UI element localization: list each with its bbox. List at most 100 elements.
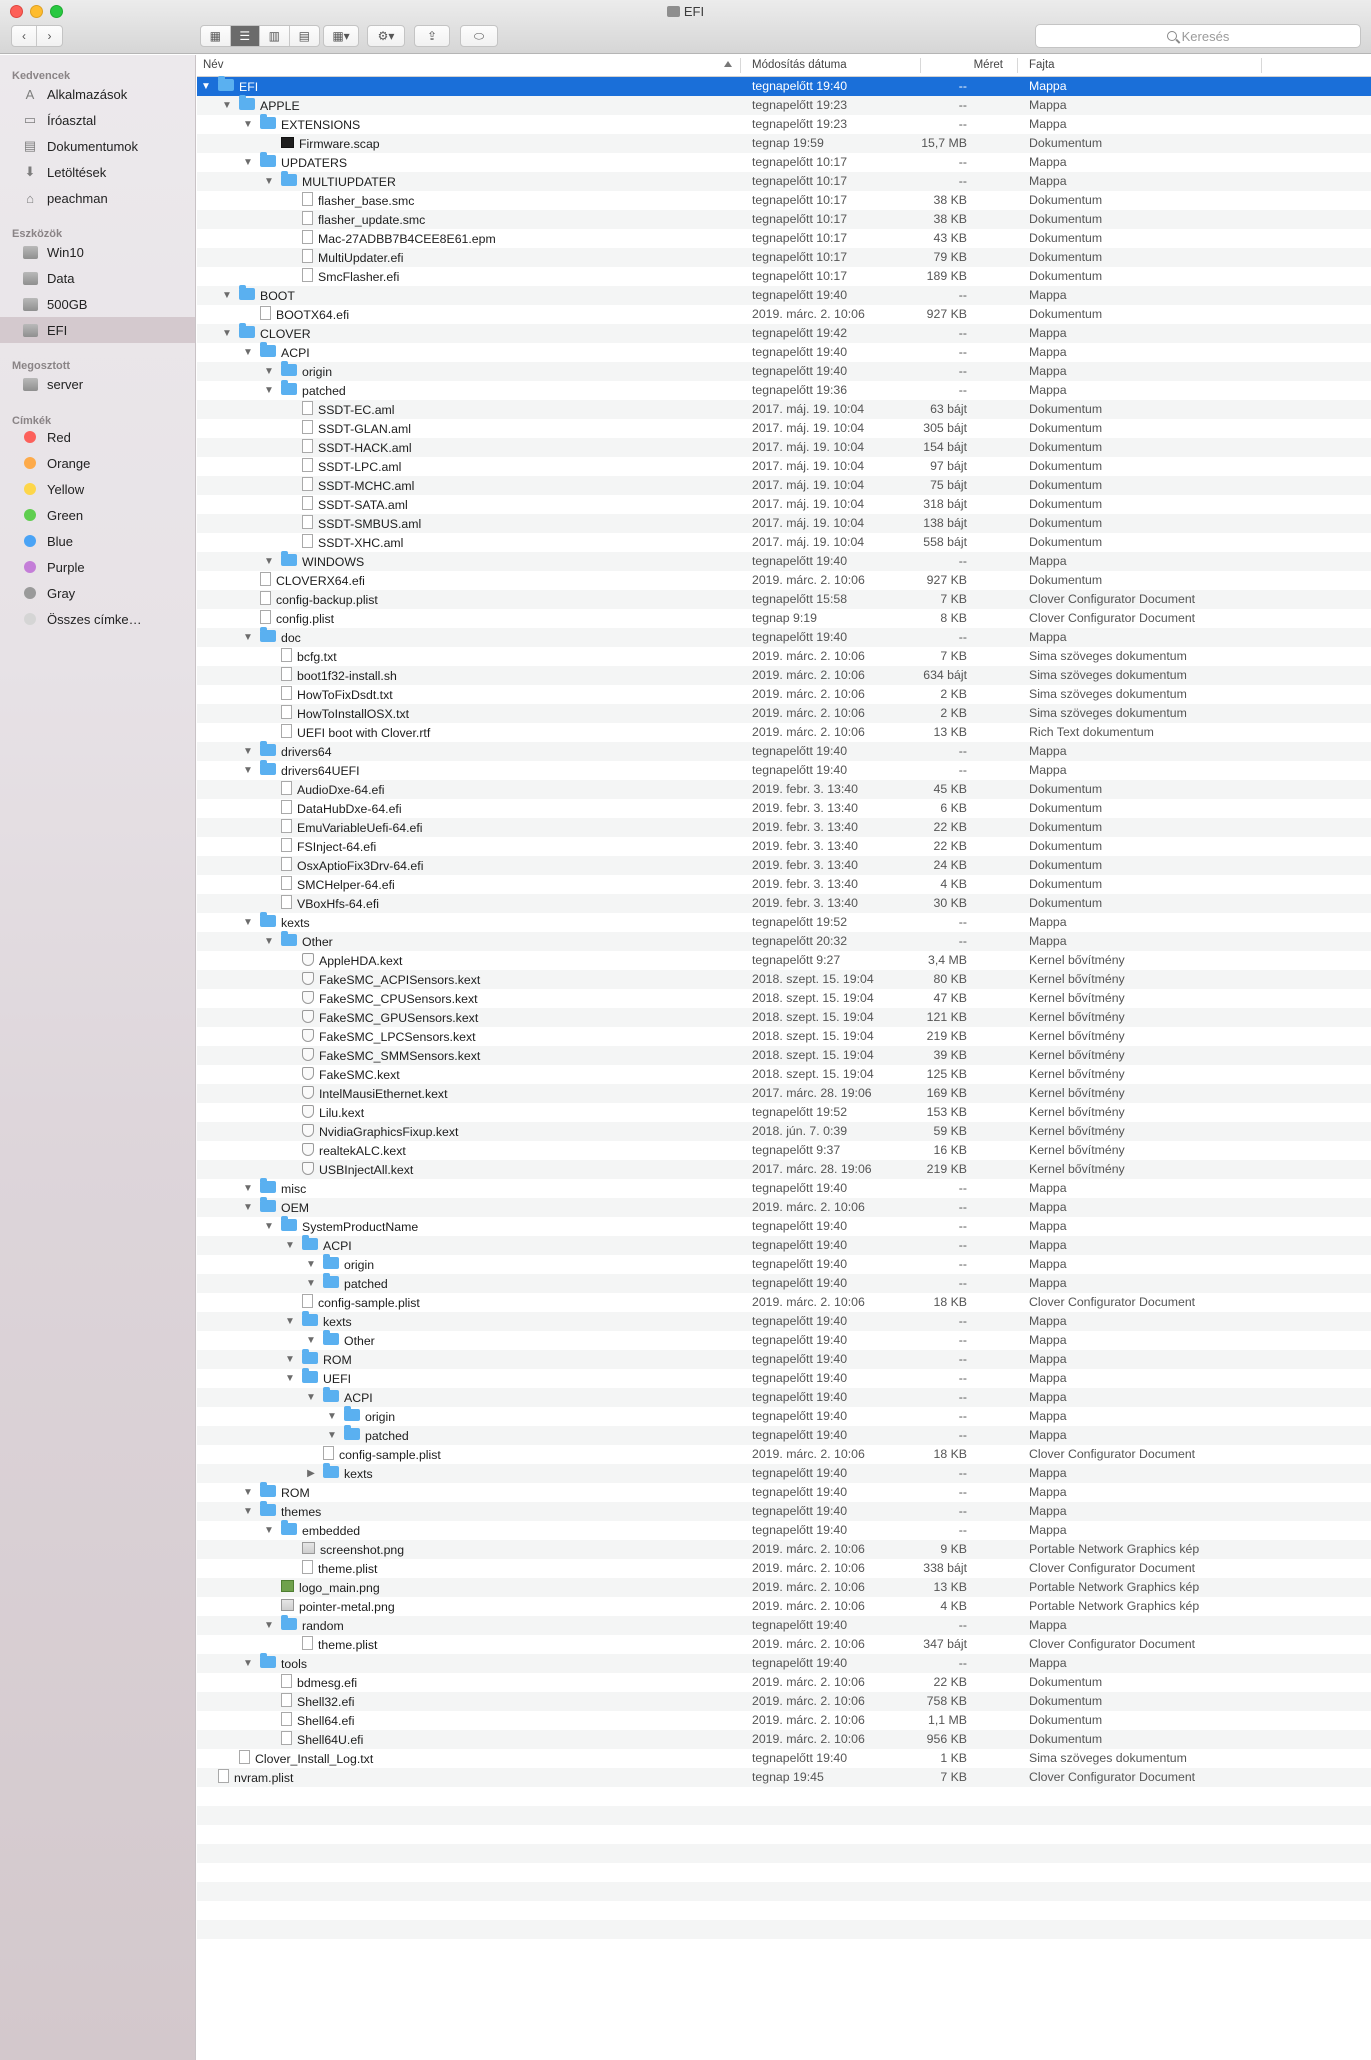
table-row[interactable]: ▼realtekALC.kexttegnapelőtt 9:3716 KBKer… — [197, 1141, 1371, 1160]
disclosure-expanded-icon[interactable]: ▼ — [262, 556, 276, 567]
table-row[interactable]: ▶ kexts tegnapelőtt 19:40 -- Mappa — [197, 1463, 1371, 1483]
size-column-header[interactable]: Méret — [897, 59, 1003, 71]
table-row[interactable]: ▼FakeSMC.kext2018. szept. 15. 19:04125 K… — [197, 1065, 1371, 1084]
table-row[interactable]: ▼Lilu.kexttegnapelőtt 19:52153 KBKernel … — [197, 1103, 1371, 1122]
sidebar-item[interactable]: Green — [0, 502, 195, 528]
disclosure-expanded-icon[interactable]: ▼ — [199, 81, 213, 92]
table-row[interactable]: ▼Clover_Install_Log.txttegnapelőtt 19:40… — [197, 1749, 1371, 1768]
disclosure-expanded-icon[interactable]: ▼ — [241, 347, 255, 358]
table-row[interactable]: ▼Shell32.efi2019. márc. 2. 10:06758 KBDo… — [197, 1692, 1371, 1711]
table-row[interactable]: ▼logo_main.png2019. márc. 2. 10:0613 KBP… — [197, 1578, 1371, 1597]
table-row[interactable]: ▼ patched tegnapelőtt 19:36 -- Mappa — [197, 380, 1371, 400]
table-row[interactable]: ▼ misc tegnapelőtt 19:40 -- Mappa — [197, 1178, 1371, 1198]
table-row[interactable]: ▼ EXTENSIONS tegnapelőtt 19:23 -- Mappa — [197, 114, 1371, 134]
table-row[interactable]: ▼FakeSMC_GPUSensors.kext2018. szept. 15.… — [197, 1008, 1371, 1027]
sidebar-item[interactable]: Red — [0, 424, 195, 450]
disclosure-expanded-icon[interactable]: ▼ — [262, 1221, 276, 1232]
sidebar-item[interactable]: EFI — [0, 317, 195, 343]
sidebar-item[interactable]: Összes címke… — [0, 606, 195, 632]
table-row[interactable]: ▼IntelMausiEthernet.kext2017. márc. 28. … — [197, 1084, 1371, 1103]
table-row[interactable]: ▼ themes tegnapelőtt 19:40 -- Mappa — [197, 1501, 1371, 1521]
table-row[interactable]: ▼ CLOVER tegnapelőtt 19:42 -- Mappa — [197, 323, 1371, 343]
table-row[interactable]: ▼ MULTIUPDATER tegnapelőtt 10:17 -- Mappa — [197, 171, 1371, 191]
table-row[interactable]: ▼ ACPI tegnapelőtt 19:40 -- Mappa — [197, 1235, 1371, 1255]
table-row[interactable]: ▼config-sample.plist2019. márc. 2. 10:06… — [197, 1445, 1371, 1464]
table-row[interactable]: ▼FakeSMC_CPUSensors.kext2018. szept. 15.… — [197, 989, 1371, 1008]
table-row[interactable]: ▼config-backup.plisttegnapelőtt 15:587 K… — [197, 590, 1371, 609]
table-row[interactable]: ▼Firmware.scap tegnap 19:59 15,7 MB Dokumen… — [197, 134, 1371, 153]
disclosure-collapsed-icon[interactable]: ▶ — [304, 1468, 318, 1479]
table-row[interactable]: ▼config.plist tegnap 9:19 8 KB Clover Confi… — [197, 609, 1371, 628]
disclosure-expanded-icon[interactable]: ▼ — [283, 1316, 297, 1327]
table-row[interactable]: ▼ ACPI tegnapelőtt 19:40 -- Mappa — [197, 1387, 1371, 1407]
table-row[interactable]: ▼ origin tegnapelőtt 19:40 -- Mappa — [197, 1406, 1371, 1426]
table-row[interactable]: ▼SSDT-SATA.aml2017. máj. 19. 10:04318 bá… — [197, 495, 1371, 514]
column-view-button[interactable]: ▥ — [260, 26, 290, 46]
disclosure-expanded-icon[interactable]: ▼ — [262, 176, 276, 187]
disclosure-expanded-icon[interactable]: ▼ — [304, 1278, 318, 1289]
table-row[interactable]: ▼ WINDOWS tegnapelőtt 19:40 -- Mappa — [197, 551, 1371, 571]
table-row[interactable]: ▼pointer-metal.png2019. márc. 2. 10:064 … — [197, 1597, 1371, 1616]
table-row[interactable]: ▼ patched tegnapelőtt 19:40 -- Mappa — [197, 1273, 1371, 1293]
name-column-header[interactable]: Név — [203, 59, 223, 71]
table-row[interactable]: ▼ tools tegnapelőtt 19:40 -- Mappa — [197, 1653, 1371, 1673]
sidebar-item[interactable]: Purple — [0, 554, 195, 580]
table-row[interactable]: ▼NvidiaGraphicsFixup.kext2018. jún. 7. 0… — [197, 1122, 1371, 1141]
forward-button[interactable]: › — [37, 26, 62, 46]
table-row[interactable]: ▼ origin tegnapelőtt 19:40 -- Mappa — [197, 1254, 1371, 1274]
table-row[interactable]: ▼ Other tegnapelőtt 20:32 -- Mappa — [197, 931, 1371, 951]
disclosure-expanded-icon[interactable]: ▼ — [220, 290, 234, 301]
share-button[interactable]: ⇪ — [414, 25, 450, 47]
table-row[interactable]: ▼HowToInstallOSX.txt2019. márc. 2. 10:06… — [197, 704, 1371, 723]
table-row[interactable]: ▼boot1f32-install.sh2019. márc. 2. 10:06… — [197, 666, 1371, 685]
sidebar-item[interactable]: Gray — [0, 580, 195, 606]
table-row[interactable]: ▼ EFI tegnapelőtt 19:40 -- Mappa — [197, 76, 1371, 96]
disclosure-expanded-icon[interactable]: ▼ — [304, 1259, 318, 1270]
disclosure-expanded-icon[interactable]: ▼ — [262, 1620, 276, 1631]
sidebar-item[interactable]: Yellow — [0, 476, 195, 502]
table-row[interactable]: ▼UEFI boot with Clover.rtf2019. márc. 2.… — [197, 723, 1371, 742]
disclosure-expanded-icon[interactable]: ▼ — [220, 328, 234, 339]
table-row[interactable]: ▼SSDT-MCHC.aml2017. máj. 19. 10:0475 báj… — [197, 476, 1371, 495]
table-row[interactable]: ▼ doc tegnapelőtt 19:40 -- Mappa — [197, 627, 1371, 647]
date-column-header[interactable]: Módosítás dátuma — [752, 59, 847, 71]
disclosure-expanded-icon[interactable]: ▼ — [325, 1411, 339, 1422]
table-row[interactable]: ▼FakeSMC_SMMSensors.kext2018. szept. 15.… — [197, 1046, 1371, 1065]
disclosure-expanded-icon[interactable]: ▼ — [220, 100, 234, 111]
table-row[interactable]: ▼config-sample.plist2019. márc. 2. 10:06… — [197, 1293, 1371, 1312]
table-row[interactable]: ▼SMCHelper-64.efi2019. febr. 3. 13:404 K… — [197, 875, 1371, 894]
sidebar-item[interactable]: Data — [0, 265, 195, 291]
table-row[interactable]: ▼ ACPI tegnapelőtt 19:40 -- Mappa — [197, 342, 1371, 362]
disclosure-expanded-icon[interactable]: ▼ — [262, 936, 276, 947]
table-row[interactable]: ▼bdmesg.efi2019. márc. 2. 10:0622 KBDoku… — [197, 1673, 1371, 1692]
sidebar-item[interactable]: 500GB — [0, 291, 195, 317]
table-row[interactable]: ▼FSInject-64.efi2019. febr. 3. 13:4022 K… — [197, 837, 1371, 856]
table-row[interactable]: ▼ kexts tegnapelőtt 19:52 -- Mappa — [197, 912, 1371, 932]
table-row[interactable]: ▼flasher_base.smctegnapelőtt 10:1738 KBD… — [197, 191, 1371, 210]
table-row[interactable]: ▼SSDT-XHC.aml2017. máj. 19. 10:04558 báj… — [197, 533, 1371, 552]
disclosure-expanded-icon[interactable]: ▼ — [241, 746, 255, 757]
disclosure-expanded-icon[interactable]: ▼ — [241, 765, 255, 776]
sidebar-item[interactable]: A Alkalmazások — [0, 81, 195, 107]
table-row[interactable]: ▼ BOOT tegnapelőtt 19:40 -- Mappa — [197, 285, 1371, 305]
table-row[interactable]: ▼EmuVariableUefi-64.efi2019. febr. 3. 13… — [197, 818, 1371, 837]
table-row[interactable]: ▼FakeSMC_ACPISensors.kext2018. szept. 15… — [197, 970, 1371, 989]
disclosure-expanded-icon[interactable]: ▼ — [241, 1183, 255, 1194]
table-row[interactable]: ▼ Other tegnapelőtt 19:40 -- Mappa — [197, 1330, 1371, 1350]
table-row[interactable]: ▼ UPDATERS tegnapelőtt 10:17 -- Mappa — [197, 152, 1371, 172]
table-row[interactable]: ▼SSDT-GLAN.aml2017. máj. 19. 10:04305 bá… — [197, 419, 1371, 438]
tags-button[interactable]: ⬭ — [460, 25, 498, 47]
disclosure-expanded-icon[interactable]: ▼ — [241, 119, 255, 130]
table-row[interactable]: ▼nvram.plist tegnap 19:45 7 KB Clover Confi… — [197, 1768, 1371, 1787]
table-row[interactable]: ▼ APPLE tegnapelőtt 19:23 -- Mappa — [197, 95, 1371, 115]
table-row[interactable]: ▼ UEFI tegnapelőtt 19:40 -- Mappa — [197, 1368, 1371, 1388]
table-row[interactable]: ▼ drivers64UEFI tegnapelőtt 19:40 -- Mappa — [197, 760, 1371, 780]
disclosure-expanded-icon[interactable]: ▼ — [241, 1487, 255, 1498]
table-row[interactable]: ▼SmcFlasher.efitegnapelőtt 10:17189 KBDo… — [197, 267, 1371, 286]
disclosure-expanded-icon[interactable]: ▼ — [283, 1354, 297, 1365]
disclosure-expanded-icon[interactable]: ▼ — [262, 366, 276, 377]
table-row[interactable]: ▼ random tegnapelőtt 19:40 -- Mappa — [197, 1615, 1371, 1635]
table-row[interactable]: ▼bcfg.txt2019. márc. 2. 10:067 KBSima sz… — [197, 647, 1371, 666]
table-row[interactable]: ▼CLOVERX64.efi2019. márc. 2. 10:06927 KB… — [197, 571, 1371, 590]
disclosure-expanded-icon[interactable]: ▼ — [325, 1430, 339, 1441]
